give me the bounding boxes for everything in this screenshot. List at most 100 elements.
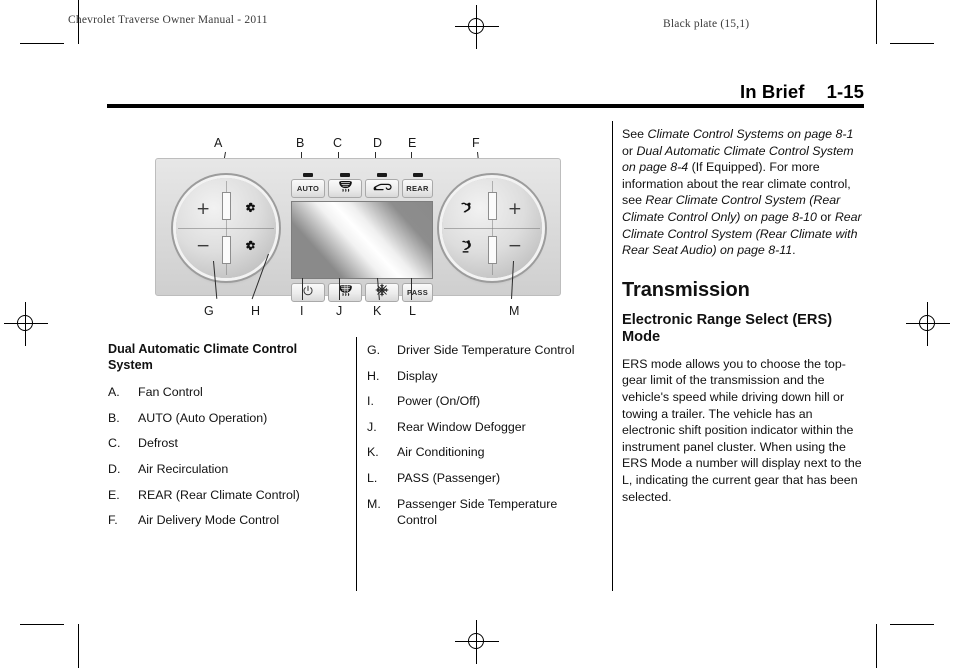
list-item-key: D. bbox=[108, 461, 121, 476]
page-title-row: In Brief 1-15 bbox=[740, 81, 864, 103]
climate-panel-body: + − + − AUTO REAR PASS bbox=[155, 158, 561, 302]
callout-label-m: M bbox=[509, 304, 520, 318]
passenger-temperature-knob[interactable]: + − bbox=[442, 178, 542, 278]
power-button[interactable] bbox=[291, 283, 325, 302]
registration-mark-circle bbox=[17, 315, 33, 331]
crop-mark-top-left-horizontal bbox=[20, 43, 64, 44]
list-item-key: I. bbox=[367, 394, 374, 409]
rear-button-label: REAR bbox=[406, 184, 429, 193]
cross-reference-link-rear-climate-control-only[interactable]: Rear Climate Control System (Rear Climat… bbox=[622, 193, 840, 224]
list-item-key: G. bbox=[367, 343, 381, 357]
list-item-text: AUTO (Auto Operation) bbox=[138, 410, 268, 425]
air-recirculation-icon bbox=[372, 180, 393, 198]
xref-text-1: See bbox=[622, 127, 648, 141]
registration-mark-bottom bbox=[455, 620, 499, 664]
list-item-text: Power (On/Off) bbox=[397, 394, 481, 409]
list-item: A. Fan Control bbox=[108, 384, 336, 401]
registration-mark-circle bbox=[468, 18, 484, 34]
list-item: H. Display bbox=[367, 368, 595, 385]
list-item-text: Rear Window Defogger bbox=[397, 419, 526, 434]
registration-mark-top bbox=[455, 5, 499, 49]
indicator-led bbox=[340, 173, 350, 177]
list-item-key: E. bbox=[108, 487, 120, 502]
rear-climate-button[interactable]: REAR bbox=[402, 173, 433, 198]
chapter-name: In Brief bbox=[740, 81, 805, 102]
pass-button[interactable]: PASS bbox=[402, 283, 433, 302]
callout-label-h: H bbox=[251, 304, 261, 318]
list-item-key: H. bbox=[367, 368, 380, 383]
callout-label-l: L bbox=[409, 304, 416, 318]
list-item-text: Air Delivery Mode Control bbox=[138, 513, 280, 528]
list-item-text: Defrost bbox=[138, 436, 178, 451]
fan-icon bbox=[242, 200, 260, 218]
list-item-key: J. bbox=[367, 419, 377, 434]
leader-line-i bbox=[302, 278, 303, 300]
crop-mark-bottom-right-horizontal bbox=[890, 624, 934, 625]
crop-mark-bottom-left-vertical bbox=[78, 624, 79, 668]
air-delivery-floor-icon bbox=[458, 238, 476, 256]
crop-mark-top-right-vertical bbox=[876, 0, 877, 44]
list-item-key: C. bbox=[108, 436, 121, 451]
list-item-text: Fan Control bbox=[138, 385, 203, 400]
climate-section-heading: Dual Automatic Climate Control System bbox=[108, 342, 298, 372]
crop-mark-bottom-right-vertical bbox=[876, 624, 877, 668]
list-item-key: M. bbox=[367, 496, 381, 511]
plus-sign: + bbox=[507, 199, 522, 219]
leader-line-j bbox=[339, 278, 340, 300]
list-item: J. Rear Window Defogger bbox=[367, 419, 595, 436]
xref-text-2: or bbox=[622, 143, 637, 158]
rear-window-defogger-button[interactable] bbox=[328, 283, 362, 302]
registration-mark-right bbox=[906, 302, 950, 346]
list-item-text: Driver Side Temperature Control bbox=[397, 343, 575, 357]
left-text-column: Dual Automatic Climate Control System A.… bbox=[108, 342, 336, 538]
callout-label-i: I bbox=[300, 304, 304, 318]
knob-slot-bottom bbox=[221, 236, 231, 264]
list-item-key: A. bbox=[108, 385, 120, 400]
callout-label-j: J bbox=[336, 304, 343, 318]
list-item: E. REAR (Rear Climate Control) bbox=[108, 487, 336, 504]
power-icon bbox=[302, 284, 314, 302]
ers-mode-heading: Electronic Range Select (ERS) Mode bbox=[622, 311, 833, 346]
indicator-led bbox=[412, 173, 423, 177]
ers-mode-paragraph: ERS mode allows you to choose the top-ge… bbox=[622, 356, 862, 504]
column-divider-right bbox=[612, 121, 613, 591]
list-item-text: REAR (Rear Climate Control) bbox=[138, 487, 300, 502]
running-head-left: Chevrolet Traverse Owner Manual - 2011 bbox=[68, 14, 268, 26]
indicator-led bbox=[377, 173, 387, 177]
windshield-defrost-icon bbox=[336, 180, 355, 198]
list-item: M. Passenger Side Temperature Control bbox=[367, 496, 595, 529]
registration-mark-circle bbox=[468, 633, 484, 649]
right-text-column: See Climate Control Systems on page 8-1 … bbox=[622, 126, 865, 505]
defrost-button[interactable] bbox=[328, 173, 362, 198]
registration-mark-left bbox=[4, 302, 48, 346]
list-item-key: K. bbox=[367, 445, 379, 460]
air-recirculation-button[interactable] bbox=[365, 173, 399, 198]
transmission-heading: Transmission bbox=[622, 278, 750, 301]
list-item: K. Air Conditioning bbox=[367, 444, 595, 461]
crop-mark-top-right-horizontal bbox=[890, 43, 934, 44]
leader-line-l bbox=[411, 278, 412, 300]
auto-button[interactable]: AUTO bbox=[291, 173, 325, 198]
callout-label-g: G bbox=[204, 304, 214, 318]
minus-sign: − bbox=[507, 236, 522, 256]
page-number: 1-15 bbox=[826, 81, 864, 102]
callout-label-c: C bbox=[333, 136, 343, 150]
auto-button-label: AUTO bbox=[296, 184, 320, 193]
indicator-led bbox=[303, 173, 313, 177]
callout-label-e: E bbox=[408, 136, 417, 150]
page-title-rule bbox=[107, 104, 864, 108]
knob-slot-top bbox=[487, 192, 497, 220]
list-item: L. PASS (Passenger) bbox=[367, 470, 595, 487]
air-conditioning-button[interactable] bbox=[365, 283, 399, 302]
running-head-right: Black plate (15,1) bbox=[663, 18, 750, 30]
knob-slot-top bbox=[221, 192, 231, 220]
cross-reference-link-climate-control-systems[interactable]: Climate Control Systems on page 8-1 bbox=[648, 127, 854, 141]
page-title: In Brief 1-15 bbox=[107, 80, 864, 108]
air-delivery-upper-icon bbox=[458, 200, 476, 218]
list-item: I. Power (On/Off) bbox=[367, 393, 595, 410]
list-item: C. Defrost bbox=[108, 435, 336, 452]
list-item-key: B. bbox=[108, 410, 120, 425]
list-item-key: L. bbox=[367, 470, 378, 485]
column-divider-middle bbox=[356, 337, 357, 591]
driver-temperature-knob[interactable]: + − bbox=[176, 178, 276, 278]
